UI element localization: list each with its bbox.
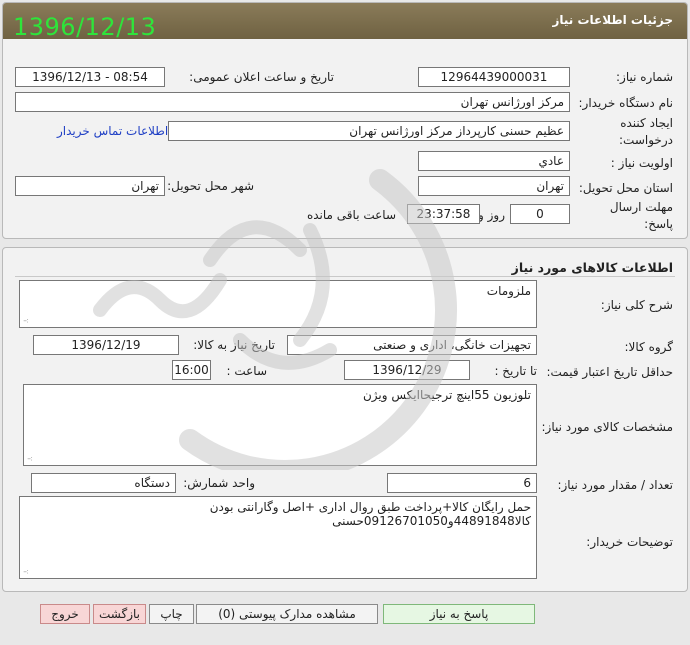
days-field: 0 xyxy=(510,204,570,224)
province-field: تهران xyxy=(418,176,570,196)
priority-field: عادي xyxy=(418,151,570,171)
spec-field: تلوزیون 55اینچ ترجیحاایکس ویژن ∹ xyxy=(23,384,537,466)
buyer-notes-field: حمل رایگان کالا+پرداخت طبق روال اداری +ا… xyxy=(19,496,537,579)
to-date-label: تا تاریخ : xyxy=(494,364,537,378)
city-field: تهران xyxy=(15,176,165,196)
group-label: گروه کالا: xyxy=(624,340,674,354)
spec-label: مشخصات کالای مورد نیاز: xyxy=(541,420,673,434)
min-price-date-label: حداقل تاریخ اعتبار قیمت: xyxy=(546,365,673,379)
spec-text: تلوزیون 55اینچ ترجیحاایکس ویژن xyxy=(362,388,531,402)
province-label: استان محل تحویل: xyxy=(578,181,673,195)
print-button[interactable]: چاپ xyxy=(149,604,194,624)
stamp-date: 1396/12/13 xyxy=(13,13,157,41)
announce-label: تاریخ و ساعت اعلان عمومی: xyxy=(189,70,334,84)
priority-label: اولویت نیاز : xyxy=(610,156,673,170)
need-details-panel: جزئیات اطلاعات نیاز 1396/12/13 شماره نیا… xyxy=(2,2,688,239)
buyer-org-field: مرکز اورژانس تهران xyxy=(15,92,570,112)
divider xyxy=(15,276,675,277)
title-bar: جزئیات اطلاعات نیاز 1396/12/13 xyxy=(3,3,687,41)
need-number-label: شماره نیاز: xyxy=(616,70,673,84)
remaining-text: ساعت باقی مانده xyxy=(306,208,396,222)
resize-grip-icon[interactable]: ∹ xyxy=(23,318,29,325)
buyer-org-label: نام دستگاه خریدار: xyxy=(578,96,674,110)
creator-label-1: ایجاد کننده xyxy=(620,116,673,130)
resize-grip-icon[interactable]: ∹ xyxy=(23,569,29,576)
unit-label: واحد شمارش: xyxy=(183,476,255,490)
need-date-field: 1396/12/19 xyxy=(33,335,179,355)
exit-button[interactable]: خروج xyxy=(40,604,90,624)
time-label: ساعت : xyxy=(226,364,267,378)
creator-field: عظیم حسنی کارپرداز مرکز اورژانس تهران xyxy=(168,121,570,141)
time-field: 16:00 xyxy=(172,360,211,380)
resize-grip-icon[interactable]: ∹ xyxy=(27,456,33,463)
buyer-notes-label: توضیحات خریدار: xyxy=(586,535,673,549)
attachments-button[interactable]: مشاهده مدارک پیوستی (0) xyxy=(196,604,378,624)
buyer-notes-text: حمل رایگان کالا+پرداخت طبق روال اداری +ا… xyxy=(209,500,531,528)
deadline-label-1: مهلت ارسال xyxy=(609,200,673,214)
creator-label-2: درخواست: xyxy=(619,133,673,147)
city-label: شهر محل تحویل: xyxy=(167,179,254,193)
unit-field: دستگاه xyxy=(31,473,176,493)
qty-label: تعداد / مقدار مورد نیاز: xyxy=(557,478,673,492)
qty-field: 6 xyxy=(387,473,537,493)
days-unit: روز و xyxy=(478,208,505,222)
time-remaining-field: 23:37:58 xyxy=(407,204,480,224)
reply-button[interactable]: پاسخ به نیاز xyxy=(383,604,535,624)
goods-panel: اطلاعات کالاهای مورد نیاز شرح کلی نیاز: … xyxy=(2,247,688,592)
summary-text: ملزومات xyxy=(486,284,531,298)
back-button[interactable]: بازگشت xyxy=(93,604,146,624)
summary-field: ملزومات ∹ xyxy=(19,280,537,328)
summary-label: شرح کلی نیاز: xyxy=(600,298,673,312)
announce-field: 1396/12/13 - 08:54 xyxy=(15,67,165,87)
deadline-label-2: پاسخ: xyxy=(644,217,673,231)
group-field: تجهیزات خانگی، اداری و صنعتی xyxy=(287,335,537,355)
need-number-field: 12964439000031 xyxy=(418,67,570,87)
page-title: جزئیات اطلاعات نیاز xyxy=(552,13,673,27)
goods-section-title: اطلاعات کالاهای مورد نیاز xyxy=(511,260,673,275)
need-date-label: تاریخ نیاز به کالا: xyxy=(193,338,275,352)
buyer-contact-link[interactable]: اطلاعات تماس خریدار xyxy=(57,124,168,138)
to-date-field: 1396/12/29 xyxy=(344,360,470,380)
